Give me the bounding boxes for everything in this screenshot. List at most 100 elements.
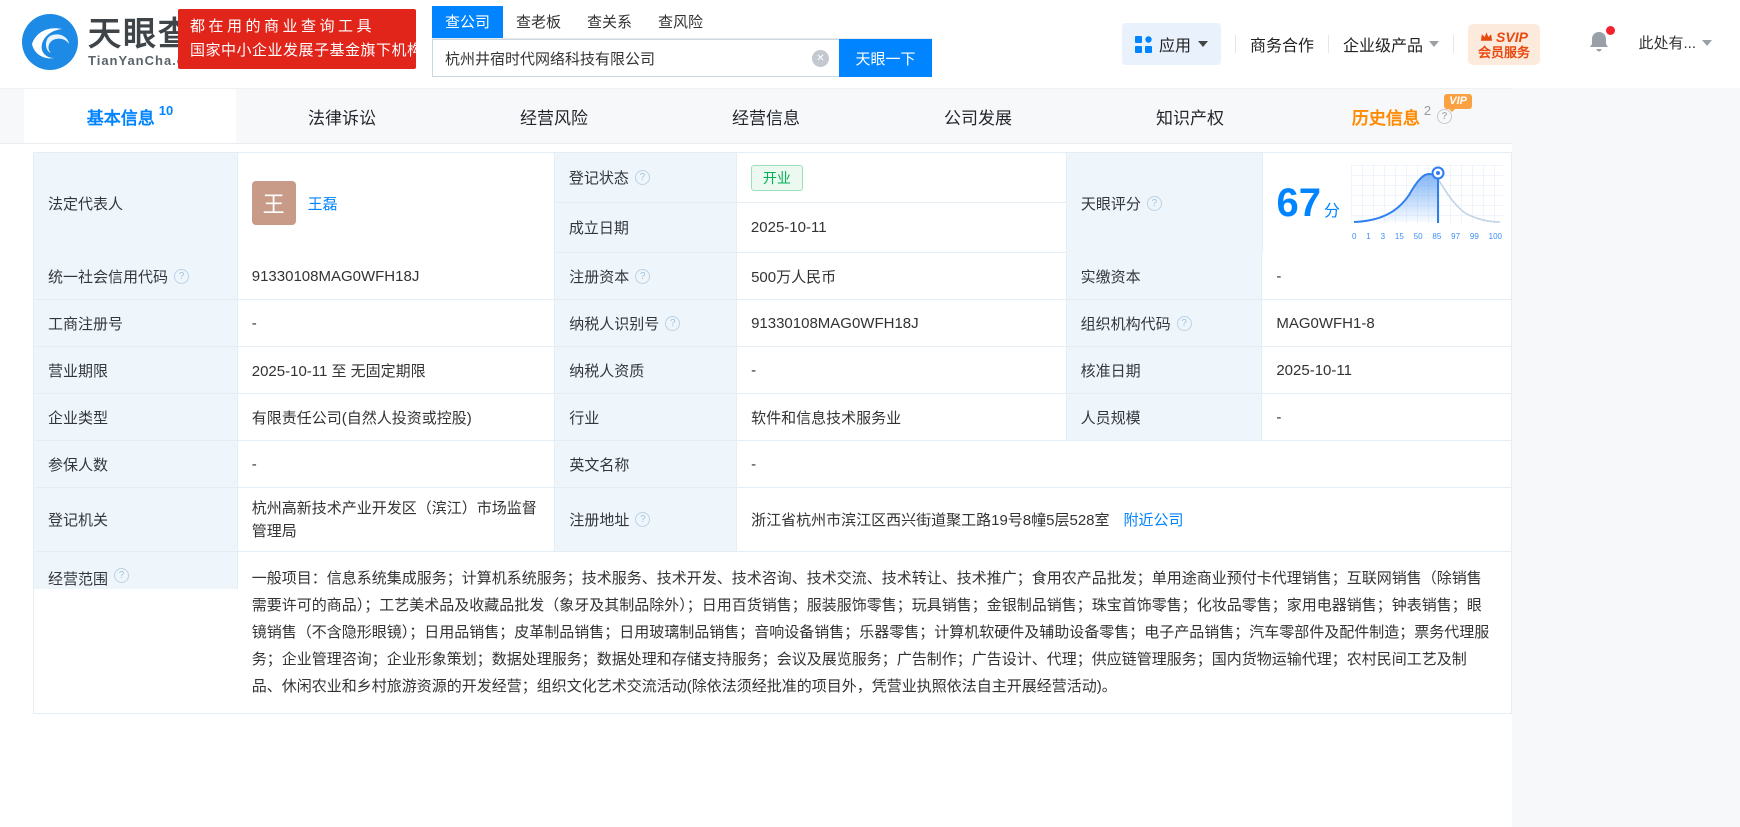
score-value: 67 [1277,181,1322,225]
field-value: 软件和信息技术服务业 [737,394,1067,440]
field-value: 开业 [737,153,1066,202]
field-label: 统一社会信用代码 [34,253,238,299]
help-icon[interactable] [174,269,189,284]
search-tab-boss[interactable]: 查老板 [503,6,574,38]
field-value: 91330108MAG0WFH18J [737,300,1067,346]
field-label: 工商注册号 [34,300,238,346]
help-icon[interactable] [635,170,650,185]
tab-count: 10 [159,103,173,118]
business-scope-value: 一般项目：信息系统集成服务；计算机系统服务；技术服务、技术开发、技术咨询、技术交… [238,552,1511,713]
avatar[interactable]: 王 [252,181,296,225]
divider [1328,35,1329,53]
table-row: 工商注册号 - 纳税人识别号 91330108MAG0WFH18J 组织机构代码… [34,300,1511,347]
help-icon[interactable] [665,316,680,331]
user-menu[interactable]: 此处有... [1638,32,1712,53]
field-value: - [737,347,1067,393]
nearby-companies-link[interactable]: 附近公司 [1124,509,1184,530]
svip-label: SVIP [1496,29,1528,45]
field-value: 500万人民币 [737,253,1067,299]
table-row: 营业期限 2025-10-11 至 无固定期限 纳税人资质 - 核准日期 202… [34,347,1511,394]
field-label: 经营范围 [34,552,238,589]
reg-address-cell: 浙江省杭州市滨江区西兴街道聚工路19号8幢5层528室 附近公司 [737,488,1511,551]
field-label: 注册地址 [555,488,737,551]
field-value: 2025-10-11 [1262,347,1511,393]
field-label: 纳税人识别号 [555,300,737,346]
score-axis: 0 1 3 15 50 85 97 99 100 [1351,232,1503,241]
table-row: 登记机关 杭州高新技术产业开发区（滨江）市场监督管理局 注册地址 浙江省杭州市滨… [34,488,1511,552]
tab-operating-risk[interactable]: 经营风险 [448,89,660,143]
svip-crown-icon [1480,31,1493,43]
notification-dot [1606,26,1615,35]
field-label: 天眼评分 [1067,153,1263,253]
field-value: 有限责任公司(自然人投资或控股) [238,394,556,440]
field-label: 成立日期 [555,203,737,252]
tab-company-development[interactable]: 公司发展 [872,89,1084,143]
legal-rep-cell: 王 王磊 [238,153,555,253]
help-icon[interactable] [114,568,129,583]
section-tabbar: 基本信息 10 法律诉讼 经营风险 经营信息 公司发展 知识产权 VIP 历史信… [0,88,1512,144]
nav-cooperation[interactable]: 商务合作 [1250,32,1314,56]
apps-label: 应用 [1159,32,1191,56]
header-nav: 应用 商务合作 企业级产品 SVIP 会员服务 [1122,0,1540,88]
chevron-down-icon [1429,41,1439,47]
promo-line2: 国家中小企业发展子基金旗下机构 [190,39,404,63]
help-icon[interactable] [1147,196,1162,211]
tab-basic-info[interactable]: 基本信息 10 [24,89,236,143]
search-button[interactable]: 天眼一下 [839,39,932,77]
help-icon[interactable] [635,512,650,527]
field-value: 2025-10-11 至 无固定期限 [238,347,556,393]
divider [1453,35,1454,53]
field-value: - [737,441,1511,487]
reg-address-value: 浙江省杭州市滨江区西兴街道聚工路19号8幢5层528室 [751,509,1109,530]
field-label: 注册资本 [555,253,737,299]
svip-member-badge[interactable]: SVIP 会员服务 [1468,24,1540,65]
field-label: 组织机构代码 [1067,300,1263,346]
vip-tag: VIP [1444,94,1472,109]
field-label: 英文名称 [555,441,737,487]
field-value: 杭州高新技术产业开发区（滨江）市场监督管理局 [238,488,556,551]
table-row: 参保人数 - 英文名称 - [34,441,1511,488]
table-row: 企业类型 有限责任公司(自然人投资或控股) 行业 软件和信息技术服务业 人员规模… [34,394,1511,441]
field-label: 实缴资本 [1067,253,1263,299]
field-value: 91330108MAG0WFH18J [238,253,556,299]
apps-menu-button[interactable]: 应用 [1122,23,1221,65]
search-type-tabs: 查公司 查老板 查关系 查风险 [432,6,932,39]
legal-rep-link[interactable]: 王磊 [308,193,338,214]
nav-enterprise-products[interactable]: 企业级产品 [1343,32,1439,56]
help-icon[interactable] [635,269,650,284]
divider [1235,35,1236,53]
field-label: 核准日期 [1067,347,1263,393]
tianyan-score-cell: 67分 [1263,153,1511,253]
help-icon[interactable] [1177,316,1192,331]
field-value: - [1262,394,1511,440]
promo-line1: 都在用的商业查询工具 [190,15,404,39]
score-unit: 分 [1324,203,1340,220]
score-chart: 0 1 3 15 50 85 97 99 100 [1351,165,1503,241]
search-tab-risk[interactable]: 查风险 [645,6,716,38]
chevron-down-icon [1198,41,1208,47]
search-tab-company[interactable]: 查公司 [432,6,503,38]
search-input[interactable] [432,39,839,77]
field-label: 纳税人资质 [555,347,737,393]
search-tab-relation[interactable]: 查关系 [574,6,645,38]
top-header: 天眼查 TianYanCha.com 都在用的商业查询工具 国家中小企业发展子基… [0,0,1740,88]
field-label: 登记状态 [555,153,737,202]
user-name: 此处有... [1638,32,1696,53]
field-value: 2025-10-11 [737,203,1066,252]
field-label: 登记机关 [34,488,238,551]
field-label: 法定代表人 [34,153,238,253]
tab-intellectual-property[interactable]: 知识产权 [1084,89,1296,143]
field-value: - [1262,253,1511,299]
clear-icon[interactable] [812,50,829,67]
field-label: 营业期限 [34,347,238,393]
status-badge: 开业 [751,165,803,191]
tab-count: 2 [1424,103,1431,118]
tab-history-info[interactable]: VIP 历史信息 2 [1296,89,1508,143]
search-block: 查公司 查老板 查关系 查风险 天眼一下 [432,6,932,77]
tianyancha-logo-icon [22,14,78,70]
table-row: 法定代表人 王 王磊 登记状态 开业 成立日期 [34,153,1511,253]
tab-legal-lawsuits[interactable]: 法律诉讼 [236,89,448,143]
notifications-bell[interactable] [1588,30,1610,59]
tab-business-info[interactable]: 经营信息 [660,89,872,143]
field-label: 人员规模 [1067,394,1263,440]
